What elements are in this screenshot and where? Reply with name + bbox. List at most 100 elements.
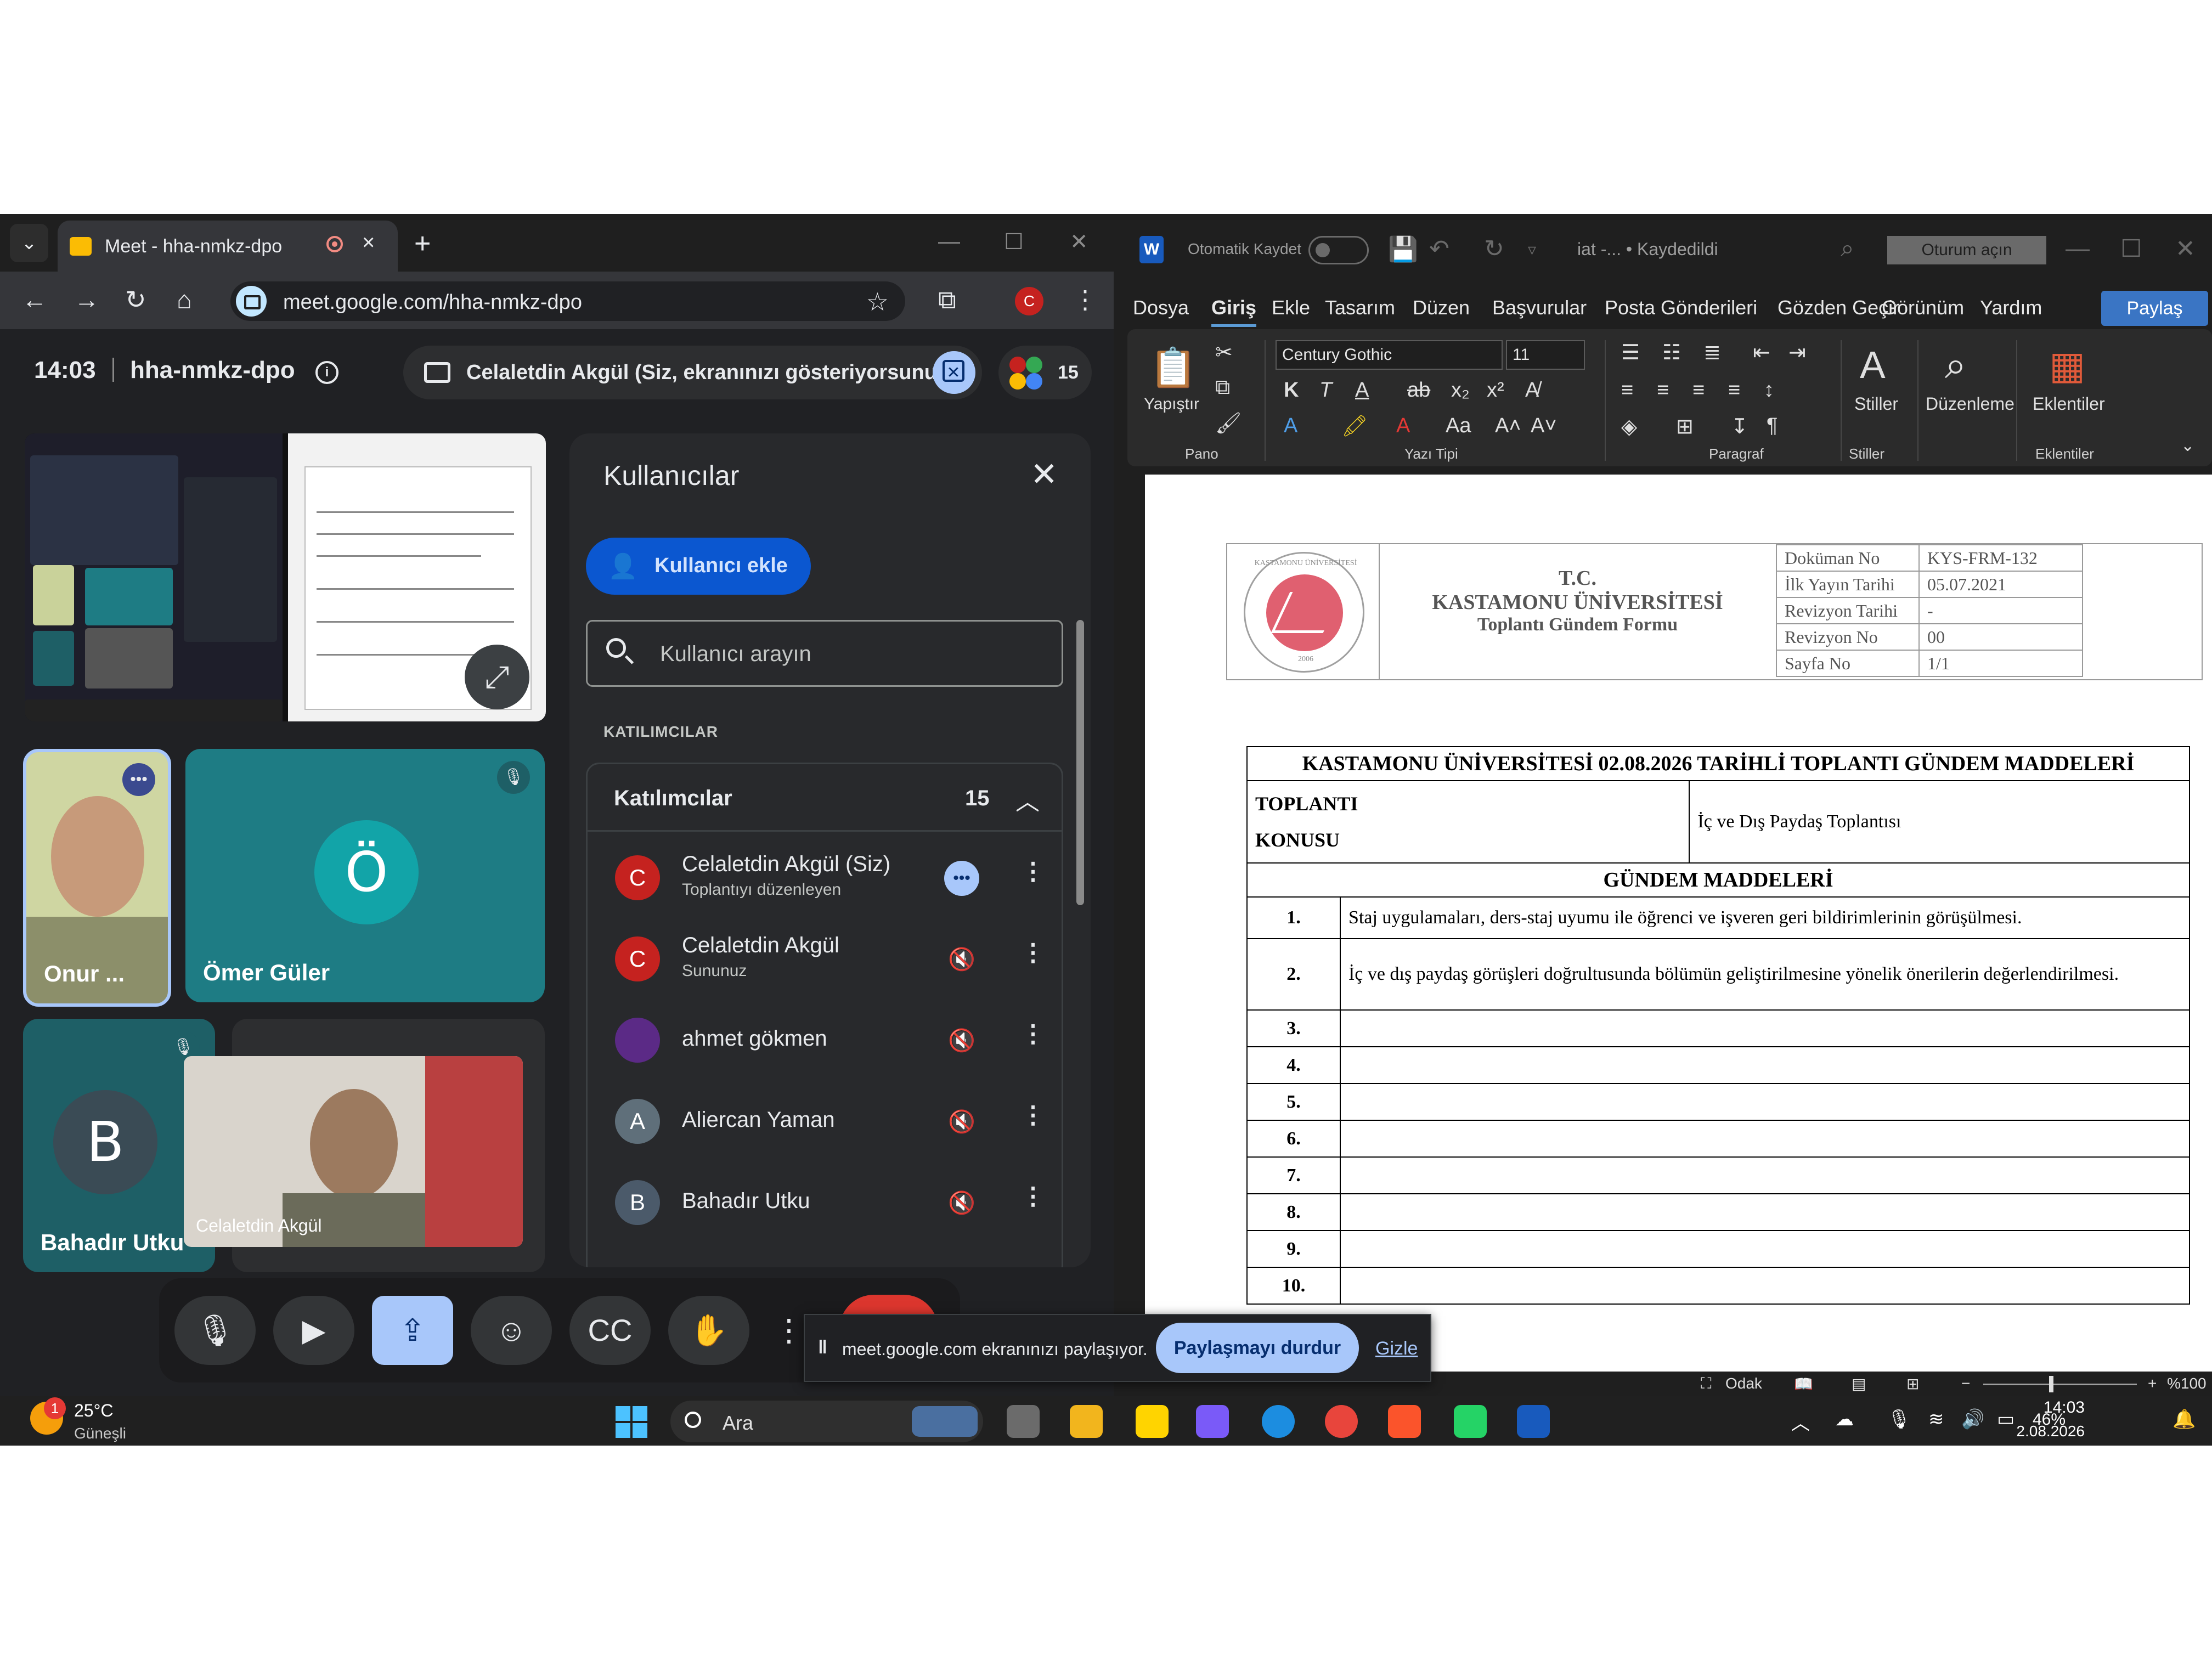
reload-icon[interactable]: ↻ [125, 285, 146, 314]
tab-mailings[interactable]: Posta Gönderileri [1605, 296, 1757, 319]
wifi-icon[interactable]: ≋ [1928, 1408, 1944, 1430]
more-options-icon[interactable]: ⋮ [1021, 939, 1045, 967]
paste-label[interactable]: Yapıştır [1144, 395, 1199, 414]
sticky-notes-icon[interactable] [1136, 1405, 1169, 1438]
search-icon[interactable]: ⌕ [1841, 235, 1854, 262]
video-tile-onur[interactable]: ••• Onur ... [23, 749, 171, 1007]
chevron-up-icon[interactable]: ︿ [1015, 782, 1040, 817]
hide-notification-link[interactable]: Gizle [1375, 1338, 1418, 1359]
focus-label[interactable]: Odak [1725, 1375, 1762, 1392]
addins-button-label[interactable]: Eklentiler [2033, 394, 2105, 414]
maximize-icon[interactable]: ☐ [2120, 235, 2142, 263]
tab-help[interactable]: Yardım [1980, 296, 2042, 319]
zoom-slider[interactable] [1983, 1384, 2137, 1385]
captions-button[interactable]: CC [569, 1296, 651, 1365]
participant-row[interactable]: B Bahadır Utku 🔇 ⋮ [588, 1160, 1062, 1242]
onedrive-icon[interactable]: ☁ [1835, 1408, 1854, 1430]
borders-icon[interactable]: ⊞ [1676, 414, 1694, 439]
document-name[interactable]: iat -... • Kaydedildi [1577, 239, 1718, 259]
strikethrough-icon[interactable]: ab [1407, 379, 1430, 402]
web-layout-icon[interactable]: ⊞ [1906, 1375, 1919, 1393]
cut-icon[interactable]: ✂ [1215, 340, 1233, 365]
ribbon-collapse-icon[interactable]: ⌄ [2181, 436, 2194, 455]
minimize-icon[interactable]: — [938, 229, 960, 254]
profile-avatar[interactable]: C [1015, 287, 1043, 315]
task-view-icon[interactable] [1007, 1405, 1040, 1438]
copy-icon[interactable]: ⧉ [1215, 376, 1230, 399]
tab-meet[interactable]: Meet - hha-nmkz-dpo × [58, 221, 398, 272]
tab-layout[interactable]: Düzen [1413, 296, 1470, 319]
participants-header[interactable]: Katılımcılar 15 ︿ [588, 764, 1062, 832]
tab-file[interactable]: Dosya [1133, 296, 1189, 319]
clear-formatting-icon[interactable]: A̸ [1525, 379, 1539, 402]
stop-presenting-button[interactable] [933, 351, 975, 394]
address-bar[interactable]: meet.google.com/hha-nmkz-dpo ☆ [230, 281, 905, 321]
highlight-icon[interactable]: 🖍 [1341, 414, 1368, 438]
chrome-icon[interactable] [1325, 1405, 1358, 1438]
participant-row[interactable]: C Celaletdin Akgül (Siz) Toplantıyı düzenl… [588, 836, 1062, 917]
zoom-slider-thumb[interactable] [2049, 1376, 2053, 1392]
close-window-icon[interactable]: ✕ [1070, 229, 1088, 255]
video-tile-self[interactable]: Celaletdin Akgül [184, 1056, 523, 1247]
extensions-icon[interactable]: ⧉ [938, 285, 956, 315]
more-options-icon[interactable]: ⋮ [1021, 1020, 1045, 1048]
panel-scrollbar[interactable] [1076, 620, 1084, 905]
participant-menu-icon[interactable]: ••• [944, 861, 979, 896]
minimize-icon[interactable]: — [2066, 235, 2090, 262]
shading-icon[interactable]: ◈ [1621, 414, 1637, 439]
temperature[interactable]: 25°C [74, 1401, 114, 1421]
word-taskbar-icon[interactable] [1517, 1405, 1550, 1438]
weather-condition[interactable]: Güneşli [74, 1425, 126, 1442]
bullets-icon[interactable]: ☰ [1621, 340, 1640, 365]
print-layout-icon[interactable]: ▤ [1852, 1375, 1866, 1393]
subscript-icon[interactable]: x₂ [1451, 379, 1470, 402]
emoji-reactions-button[interactable]: ☺ [471, 1296, 552, 1365]
more-options-icon[interactable]: ⋮ [1021, 857, 1045, 885]
document-page[interactable]: KASTAMONU ÜNİVERSİTESİ 2006 T.C. KASTAMO… [1145, 475, 2212, 1374]
bold-icon[interactable]: K [1284, 379, 1299, 402]
text-effects-icon[interactable]: A [1284, 414, 1297, 438]
tab-insert[interactable]: Ekle [1272, 296, 1310, 319]
paste-icon[interactable]: 📋 [1149, 346, 1197, 391]
decrease-indent-icon[interactable]: ⇤ [1753, 340, 1770, 365]
customize-qat-icon[interactable]: ▿ [1528, 240, 1536, 259]
search-people-input[interactable] [659, 637, 1045, 671]
focus-icon[interactable]: ⛶ [1701, 1375, 1712, 1393]
meeting-info-icon[interactable]: i [315, 361, 338, 384]
taskbar-search[interactable]: Ara [670, 1401, 983, 1442]
zoom-out-icon[interactable]: − [1961, 1375, 1970, 1392]
line-spacing-icon[interactable]: ↕ [1764, 379, 1774, 402]
tab-view[interactable]: Görünüm [1882, 296, 1964, 319]
clock-date[interactable]: 2.08.2026 [1975, 1423, 2085, 1440]
share-button[interactable]: Paylaş [2101, 291, 2208, 326]
multilevel-list-icon[interactable]: ≣ [1703, 340, 1721, 365]
grow-font-icon[interactable]: A˄ [1495, 414, 1521, 438]
sort-icon[interactable]: ↧ [1731, 414, 1748, 439]
more-options-icon[interactable]: ⋮ [1021, 1101, 1045, 1129]
participant-row[interactable]: A Aliercan Yaman 🔇 ⋮ [588, 1079, 1062, 1160]
notifications-icon[interactable]: 🔔 [2172, 1408, 2196, 1430]
site-info-icon[interactable] [236, 286, 267, 317]
addins-icon[interactable]: ▦ [2049, 343, 2085, 388]
format-painter-icon[interactable]: 🖌 [1215, 411, 1242, 436]
font-size-select[interactable]: 11 [1506, 340, 1585, 370]
save-icon[interactable]: 💾 [1388, 235, 1418, 263]
forward-icon[interactable]: → [74, 285, 99, 314]
tab-home[interactable]: Giriş [1211, 296, 1257, 327]
camera-button[interactable]: ▶ [273, 1296, 354, 1365]
back-icon[interactable]: ← [22, 285, 47, 314]
underline-icon[interactable]: A [1355, 379, 1369, 402]
autosave-toggle[interactable] [1308, 236, 1369, 264]
find-icon[interactable]: ⌕ [1945, 343, 1966, 388]
edge-icon[interactable] [1262, 1405, 1295, 1438]
participants-count-button[interactable]: 15 [998, 346, 1092, 399]
whatsapp-icon[interactable] [1454, 1405, 1487, 1438]
zoom-level[interactable]: %100 [2167, 1375, 2207, 1392]
maximize-icon[interactable]: ☐ [1004, 229, 1024, 255]
more-options-icon[interactable]: ⋮ [1021, 1182, 1045, 1210]
clock-time[interactable]: 14:03 [1986, 1398, 2085, 1417]
change-case-icon[interactable]: Aa [1446, 414, 1471, 438]
search-people-field[interactable] [586, 620, 1063, 687]
shrink-font-icon[interactable]: A˅ [1531, 414, 1557, 438]
file-explorer-icon[interactable] [1070, 1405, 1103, 1438]
